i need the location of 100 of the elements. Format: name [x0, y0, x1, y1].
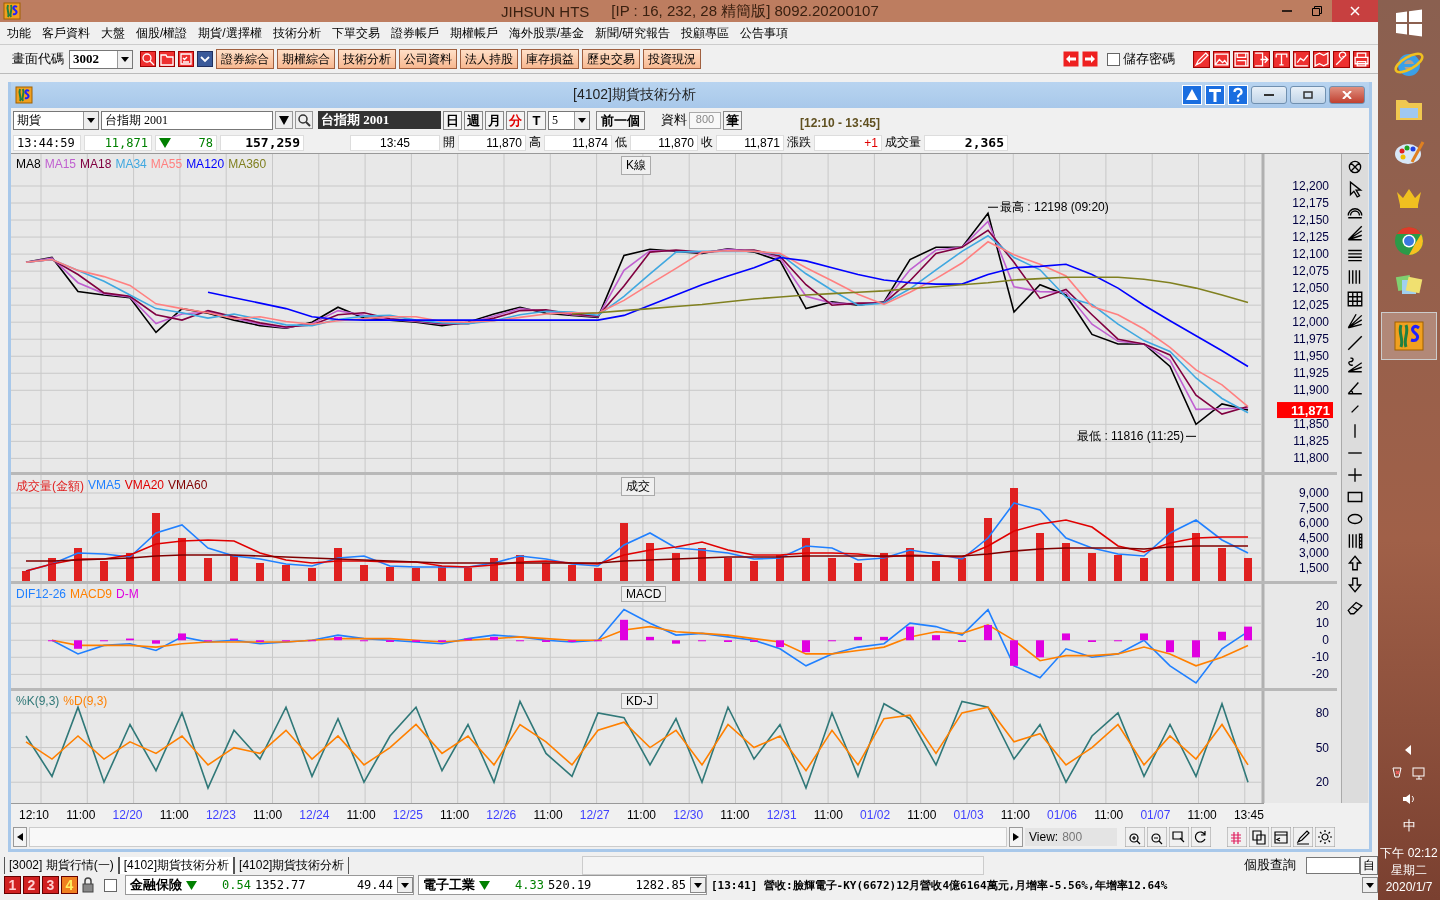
window-title: [4102]期貨技術分析 — [573, 85, 696, 104]
menu-item[interactable]: 期貨/選擇權 — [193, 24, 268, 42]
time-axis-label: 11:00 — [626, 807, 657, 822]
period-button[interactable]: 分 — [506, 110, 525, 130]
annotation-label: 最高 : 12198 (09:20) — [1000, 200, 1109, 215]
axis-label: 20 — [1315, 775, 1329, 790]
legend-label: MA8 — [16, 156, 41, 171]
page-button[interactable]: 1 — [4, 876, 21, 894]
axis-label: -10 — [1311, 650, 1329, 665]
axis-label: 11,975 — [1293, 332, 1329, 347]
index-change: 0.54 — [221, 878, 251, 892]
menu-item[interactable]: 下單交易 — [326, 24, 386, 42]
legend-label: VMA5 — [88, 477, 121, 494]
axis-label: 1,500 — [1298, 560, 1329, 575]
quote-value: 11,870 — [458, 135, 526, 151]
toolbar-button[interactable]: 證券綜合 — [216, 49, 274, 69]
legend-label: MA55 — [150, 156, 183, 171]
page-button[interactable]: 3 — [42, 876, 59, 894]
last-price-tag: 11,871 — [1277, 401, 1333, 418]
quote-value: 11,870 — [630, 135, 698, 151]
index-value: 520.19 — [548, 878, 593, 892]
legend-label: MA18 — [80, 156, 112, 171]
quote-time: 13:44:59 — [13, 135, 81, 151]
axis-label: 6,000 — [1298, 515, 1329, 530]
previous-button[interactable]: 前一個 — [596, 110, 645, 130]
menu-item[interactable]: 個股/權證 — [131, 24, 194, 42]
axis-label: 12,200 — [1292, 178, 1329, 193]
stock-query-button[interactable]: 自 — [1360, 855, 1378, 875]
market-select[interactable]: 期貨 — [13, 110, 99, 130]
window-tab[interactable]: [4102]期貨技術分析 — [118, 856, 235, 874]
index-volume: 49.44 — [355, 878, 393, 892]
view-label: View: — [1029, 830, 1059, 845]
menu-item[interactable]: 海外股票/基金 — [503, 24, 591, 42]
time-axis-label: 11:00 — [346, 807, 376, 822]
menu-item[interactable]: 新聞/研究報告 — [590, 24, 677, 42]
menu-item[interactable]: 期權帳戶 — [444, 24, 504, 42]
period-button[interactable]: 日 — [443, 110, 462, 130]
axis-label: 11,800 — [1293, 451, 1329, 466]
toolbar-button[interactable]: 技術分析 — [338, 49, 396, 69]
legend-label: %D(9,3) — [63, 693, 108, 708]
input-method-indicator[interactable]: 中 — [1402, 817, 1416, 835]
legend-label: 成交量(金額) — [16, 477, 84, 495]
toolbar-button[interactable]: 期權綜合 — [277, 49, 335, 69]
page-button[interactable]: 2 — [23, 876, 40, 894]
time-axis-label: 12/24 — [299, 807, 330, 822]
total-volume: 157,259 — [220, 135, 304, 151]
window-tab[interactable]: [4102]期貨技術分析 — [234, 856, 350, 874]
quote-label: 漲跌 — [787, 134, 811, 152]
time-axis-label: 12/25 — [392, 807, 423, 822]
legend-label: MA120 — [186, 156, 225, 171]
period-button[interactable]: 週 — [464, 110, 483, 130]
index-name: 電子工業 — [423, 876, 475, 894]
menu-item[interactable]: 客戶資料 — [37, 24, 96, 42]
time-axis-label: 11:00 — [66, 807, 96, 822]
menu-item[interactable]: 公告事項 — [735, 24, 795, 42]
quote-label: 成交量 — [885, 134, 921, 152]
time-axis-label: 01/02 — [860, 807, 891, 822]
time-axis-label: 01/06 — [1047, 807, 1077, 822]
toolbar-button[interactable]: 公司資料 — [399, 49, 457, 69]
interval-select[interactable]: 5 — [548, 110, 590, 130]
legend-label: MA34 — [115, 156, 147, 171]
axis-label: 50 — [1315, 740, 1329, 755]
legend-label: MA360 — [228, 156, 267, 171]
screen-code-field[interactable]: 3002 — [69, 49, 133, 69]
time-axis-label: 01/03 — [953, 807, 984, 822]
period-button[interactable]: T — [527, 110, 546, 130]
toolbar-button[interactable]: 投資現況 — [643, 49, 701, 69]
connection-info: [IP : 16, 232, 28 精簡版] 8092.20200107 — [611, 1, 879, 21]
toolbar-button[interactable]: 庫存損益 — [521, 49, 579, 69]
toolbar-button[interactable]: 法人持股 — [460, 49, 518, 69]
symbol-field[interactable]: 台指期 2001 — [101, 110, 273, 130]
axis-label: 10 — [1315, 616, 1329, 631]
legend-label: VMA20 — [124, 477, 165, 494]
period-button[interactable]: 月 — [485, 110, 504, 130]
time-axis-label: 11:00 — [1094, 807, 1124, 822]
legend-label: D-M — [116, 586, 139, 601]
menu-item[interactable]: 大盤 — [96, 24, 131, 42]
menu-item[interactable]: 投顧專區 — [676, 24, 736, 42]
menu-item[interactable]: 技術分析 — [267, 24, 327, 42]
quote-label: 低 — [615, 134, 627, 152]
data-count-field[interactable]: 800 — [689, 111, 721, 129]
axis-label: 12,100 — [1292, 246, 1329, 261]
legend-label: %K(9,3) — [16, 693, 60, 708]
time-axis-label: 11:00 — [533, 807, 563, 822]
axis-label: 12,025 — [1292, 298, 1329, 312]
quote-label: 收 — [701, 134, 713, 152]
toolbar-button[interactable]: 歷史交易 — [582, 49, 640, 69]
time-axis-label: 12/23 — [205, 807, 236, 822]
unit-button[interactable]: 筆 — [723, 110, 742, 130]
axis-label: 12,125 — [1292, 229, 1329, 244]
axis-label: 11,950 — [1293, 349, 1329, 364]
menu-item[interactable]: 證券帳戶 — [385, 24, 445, 42]
axis-label: -20 — [1311, 667, 1329, 682]
time-axis-label: 11:00 — [253, 807, 283, 822]
axis-label: 9,000 — [1298, 485, 1329, 500]
clock-time: 下午 02:12 — [1380, 845, 1438, 862]
window-tab[interactable]: [3002] 期貨行情(一) — [4, 856, 119, 874]
time-axis-label: 11:00 — [1000, 807, 1030, 822]
index-change: 4.33 — [514, 878, 544, 892]
menu-item[interactable]: 功能 — [2, 24, 37, 42]
